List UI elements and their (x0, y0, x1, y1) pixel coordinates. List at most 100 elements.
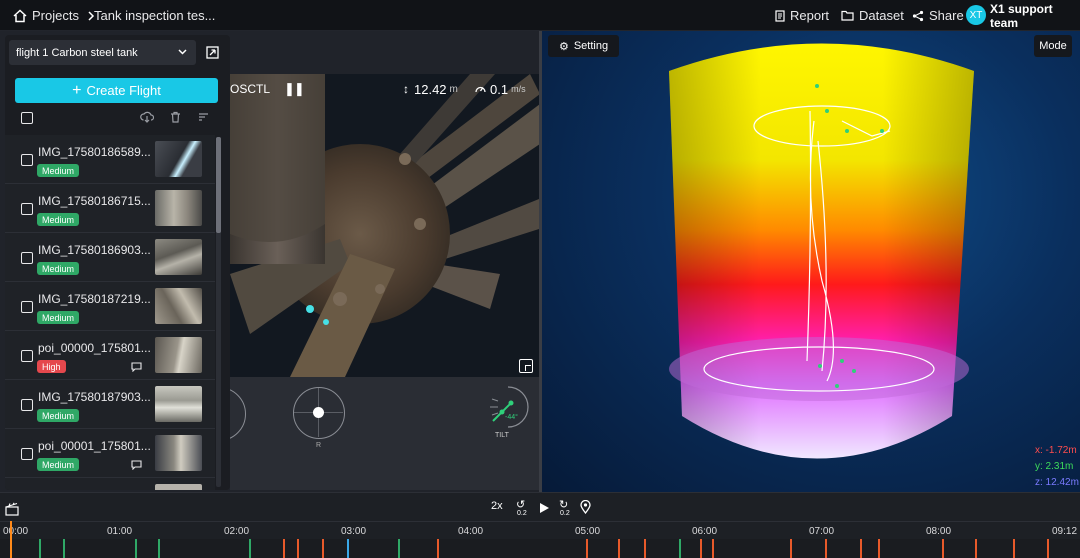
list-scrollbar[interactable] (216, 137, 221, 487)
item-checkbox[interactable] (21, 154, 33, 166)
camera-image (230, 74, 539, 377)
scrollbar-thumb[interactable] (216, 137, 221, 233)
avatar[interactable]: XT (966, 5, 986, 25)
event-marker[interactable] (679, 539, 681, 558)
event-marker[interactable] (347, 539, 349, 558)
item-checkbox[interactable] (21, 350, 33, 362)
item-checkbox[interactable] (21, 301, 33, 313)
event-marker[interactable] (878, 539, 880, 558)
flight-select[interactable]: flight 1 Carbon steel tank (9, 40, 196, 65)
item-name: IMG_17580187219... (38, 292, 151, 306)
event-track[interactable] (0, 521, 1080, 558)
fullscreen-icon[interactable] (519, 359, 533, 373)
timeline-ruler[interactable] (0, 521, 1080, 522)
location-pin-icon[interactable] (580, 500, 591, 514)
severity-badge: High (37, 360, 66, 373)
item-thumbnail[interactable] (155, 190, 202, 226)
tank-pointcloud (669, 43, 974, 459)
mode-button[interactable]: Mode (1034, 35, 1072, 57)
item-checkbox[interactable] (21, 203, 33, 215)
event-marker[interactable] (975, 539, 977, 558)
item-checkbox[interactable] (21, 252, 33, 264)
time-tick: 01:00 (107, 526, 133, 537)
list-item[interactable]: IMG_17580187219... Medium (5, 282, 215, 331)
right-joystick[interactable] (293, 387, 345, 439)
team-name[interactable]: X1 support team (990, 0, 1080, 31)
event-marker[interactable] (825, 539, 827, 558)
tilt-dial (490, 386, 529, 428)
trash-icon[interactable] (170, 111, 181, 123)
event-marker[interactable] (63, 539, 65, 558)
pause-icon[interactable]: ❚❚ (284, 81, 305, 97)
list-item[interactable]: IMG_17580186589... Medium (5, 135, 215, 184)
speed-readout: 0.1 m/s (475, 76, 526, 102)
event-marker[interactable] (158, 539, 160, 558)
event-marker[interactable] (860, 539, 862, 558)
x-coordinate: x: -1.72m (1035, 445, 1077, 456)
pointcloud-view[interactable] (542, 31, 1080, 492)
item-checkbox[interactable] (21, 399, 33, 411)
play-button[interactable] (540, 503, 549, 513)
chevron-down-icon (178, 49, 187, 55)
event-marker[interactable] (322, 539, 324, 558)
list-item[interactable]: poi_00000_175801... High (5, 331, 215, 380)
select-all-checkbox[interactable] (21, 112, 33, 124)
share-label: Share (929, 8, 964, 23)
top-bar: Projects Tank inspection tes... Report D… (0, 0, 1080, 31)
setting-button[interactable]: ⚙ Setting (548, 35, 619, 57)
event-marker[interactable] (39, 539, 41, 558)
item-thumbnail[interactable] (155, 141, 202, 177)
comment-icon[interactable] (131, 362, 142, 372)
event-marker[interactable] (644, 539, 646, 558)
item-thumbnail[interactable] (155, 386, 202, 422)
event-marker[interactable] (283, 539, 285, 558)
home-icon (13, 8, 27, 22)
forward-button[interactable]: ↻ 0.2 (558, 498, 572, 518)
cloud-download-icon[interactable] (140, 111, 154, 123)
projects-link[interactable]: Projects (13, 0, 102, 31)
list-item[interactable]: poi_00001_175801... Medium (5, 429, 215, 478)
sort-icon[interactable] (198, 112, 209, 122)
event-marker[interactable] (712, 539, 714, 558)
report-label: Report (790, 8, 830, 23)
item-thumbnail[interactable] (155, 288, 202, 324)
event-marker[interactable] (618, 539, 620, 558)
list-item[interactable] (5, 478, 215, 490)
folder-icon (841, 10, 854, 21)
playback-speed[interactable]: 2x (491, 500, 503, 512)
collapse-panel-icon[interactable] (206, 46, 219, 59)
event-marker[interactable] (135, 539, 137, 558)
item-thumbnail[interactable] (155, 239, 202, 275)
item-thumbnail[interactable] (155, 337, 202, 373)
create-flight-button[interactable]: + Create Flight (15, 78, 218, 103)
event-marker[interactable] (249, 539, 251, 558)
event-marker[interactable] (398, 539, 400, 558)
share-button[interactable]: Share (912, 0, 964, 31)
item-name: IMG_17580186715... (38, 194, 151, 208)
item-name: IMG_17580186903... (38, 243, 151, 257)
rewind-step: 0.2 (517, 510, 527, 517)
rewind-button[interactable]: ↺ 0.2 (515, 498, 529, 518)
event-marker[interactable] (700, 539, 702, 558)
list-item[interactable]: IMG_17580186903... Medium (5, 233, 215, 282)
playhead[interactable] (10, 521, 12, 558)
event-marker[interactable] (942, 539, 944, 558)
item-checkbox[interactable] (21, 448, 33, 460)
flight-select-value: flight 1 Carbon steel tank (16, 46, 138, 59)
event-marker[interactable] (1047, 539, 1049, 558)
event-marker[interactable] (1013, 539, 1015, 558)
list-item[interactable]: IMG_17580187903... Medium (5, 380, 215, 429)
event-marker[interactable] (586, 539, 588, 558)
event-marker[interactable] (790, 539, 792, 558)
item-thumbnail[interactable] (155, 435, 202, 471)
list-item[interactable]: IMG_17580186715... Medium (5, 184, 215, 233)
item-thumbnail[interactable] (155, 484, 202, 490)
severity-badge: Medium (37, 458, 80, 471)
flight-mode-label: OSCTL (230, 82, 271, 96)
dataset-button[interactable]: Dataset (841, 0, 904, 31)
report-button[interactable]: Report (775, 0, 829, 31)
event-marker[interactable] (437, 539, 439, 558)
event-marker[interactable] (297, 539, 299, 558)
comment-icon[interactable] (131, 460, 142, 470)
clapperboard-icon[interactable] (5, 502, 19, 516)
